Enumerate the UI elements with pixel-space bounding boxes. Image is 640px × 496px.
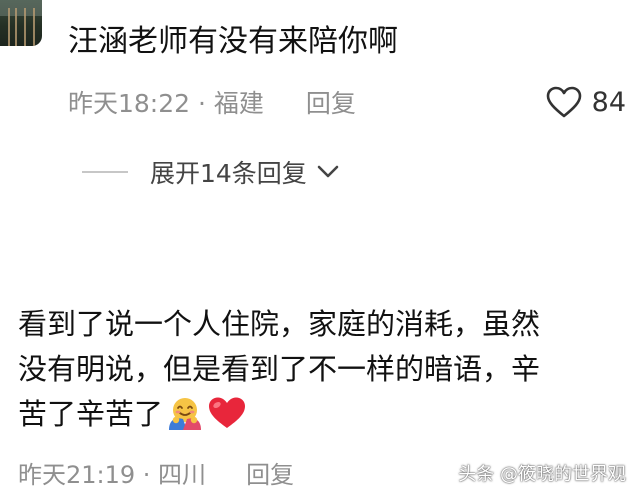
chevron-down-icon — [317, 165, 339, 178]
comment-timestamp-location: 昨天18:22 · 福建 — [68, 89, 264, 118]
reply-button[interactable]: 回复 — [306, 84, 356, 120]
watermark: 头条 @筱晓的世界观 — [458, 464, 626, 485]
avatar[interactable] — [0, 0, 42, 46]
comment-timestamp-location: 昨天21:19 · 四川 — [18, 460, 207, 489]
hug-emoji-icon — [169, 398, 202, 430]
comment-text: 看到了说一个人住院，家庭的消耗，虽然 没有明说，但是看到了不一样的暗语，辛 苦了… — [18, 302, 628, 437]
comment-text: 汪涵老师有没有来陪你啊 — [68, 24, 398, 59]
comment-line: 苦了辛苦了 — [18, 392, 628, 437]
like-count: 84 — [591, 86, 626, 118]
expand-replies-button[interactable]: 展开14条回复 — [82, 152, 339, 192]
comment-line: 没有明说，但是看到了不一样的暗语，辛 — [18, 352, 541, 386]
comment-meta-row: 昨天18:22 · 福建 回复 — [68, 82, 356, 122]
comment-meta-row: 昨天21:19 · 四川 回复 — [18, 452, 294, 492]
reply-button[interactable]: 回复 — [246, 455, 294, 490]
comment-line-text: 苦了辛苦了 — [18, 397, 164, 431]
like-button[interactable]: 84 — [546, 82, 626, 122]
red-heart-emoji-icon — [209, 397, 246, 428]
expand-replies-label: 展开14条回复 — [150, 159, 307, 188]
comment-line: 看到了说一个人住院，家庭的消耗，虽然 — [18, 307, 541, 341]
heart-outline-icon — [546, 86, 581, 118]
divider-line — [82, 171, 128, 173]
